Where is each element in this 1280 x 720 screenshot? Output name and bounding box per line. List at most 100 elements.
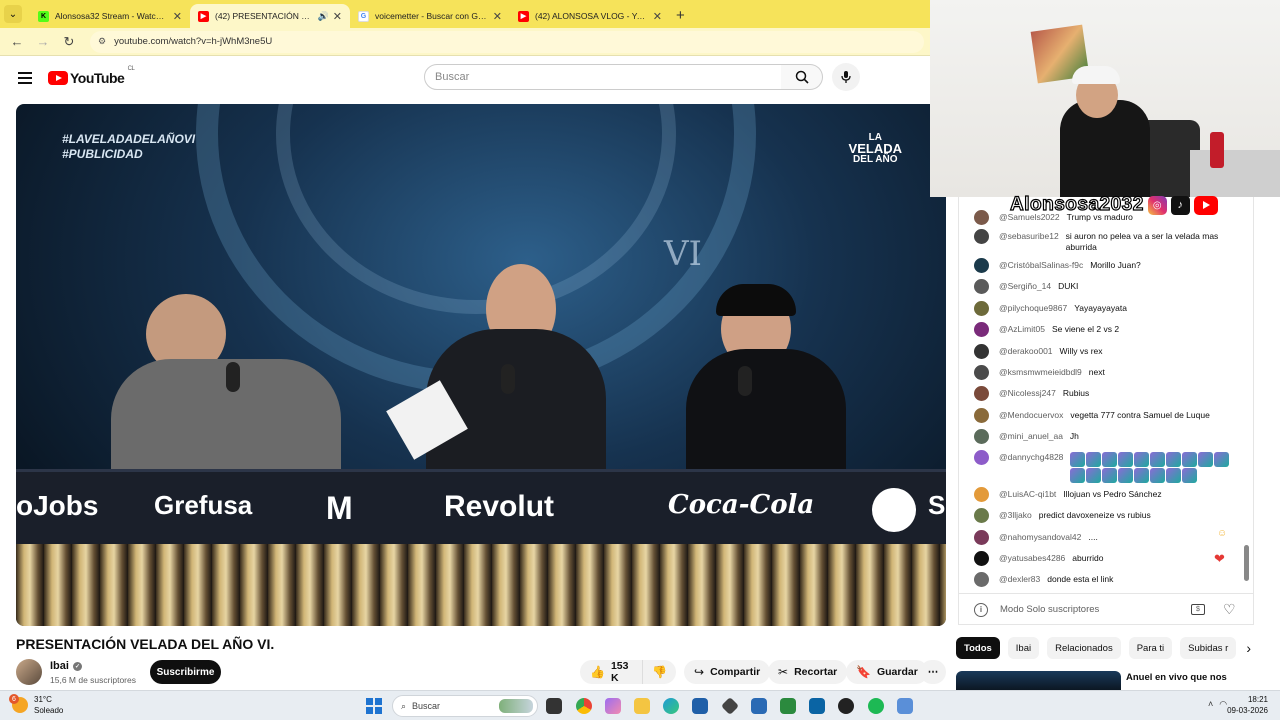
chat-message: @mini_anuel_aa Jh [974, 429, 1232, 444]
reload-button[interactable]: ↻ [58, 34, 80, 50]
channel-name[interactable]: Ibai ✓ [50, 660, 82, 672]
vscode-icon[interactable] [751, 698, 767, 714]
sponsor-logo: M [326, 490, 353, 526]
obs-icon[interactable] [838, 698, 854, 714]
back-button[interactable]: ← [6, 34, 28, 49]
weather-widget[interactable]: 6 31°C Soleado [9, 694, 63, 716]
forward-button[interactable]: → [32, 34, 54, 49]
user-avatar[interactable] [974, 301, 989, 316]
url-field[interactable]: ⚙ youtube.com/watch?v=h-jWhM3ne5U [90, 30, 924, 53]
sponsor-logo: Coca-Cola [668, 490, 815, 520]
chat-message: @nahomysandoval42.... [974, 530, 1232, 545]
copilot-icon[interactable] [605, 698, 621, 714]
bookmark-icon: 🔖 [856, 665, 871, 679]
user-avatar[interactable] [974, 386, 989, 401]
spotify-icon[interactable] [868, 698, 884, 714]
edge-icon[interactable] [663, 698, 679, 714]
user-avatar[interactable] [974, 279, 989, 294]
user-avatar[interactable] [974, 450, 989, 465]
channel-avatar[interactable] [16, 659, 42, 685]
mail-icon[interactable] [809, 698, 825, 714]
user-avatar[interactable] [974, 429, 989, 444]
chrome-icon[interactable] [576, 698, 592, 714]
like-button[interactable]: 👍 153 K [580, 660, 642, 684]
emote-icon [1150, 468, 1166, 483]
info-icon[interactable]: i [974, 602, 988, 617]
user-avatar[interactable] [974, 365, 989, 380]
microphone-icon [841, 71, 851, 83]
store-icon[interactable] [692, 698, 708, 714]
emote-icon [1118, 468, 1134, 483]
emote-row [1070, 452, 1230, 483]
chevron-up-icon[interactable]: ˄ [1208, 699, 1213, 710]
xbox-icon[interactable] [780, 698, 796, 714]
kick-icon: K [38, 10, 49, 22]
user-avatar[interactable] [974, 322, 989, 337]
save-button[interactable]: 🔖 Guardar [846, 660, 928, 684]
user-avatar[interactable] [974, 229, 989, 244]
user-avatar[interactable] [974, 408, 989, 423]
close-icon[interactable]: ✕ [173, 10, 182, 23]
chat-input[interactable]: i Modo Solo suscriptores $ ♡ [959, 593, 1253, 625]
subscribe-button[interactable]: Suscribirme [150, 660, 221, 684]
file-explorer-icon[interactable] [634, 698, 650, 714]
streamer-handle: Alonsosa2032 ◎ ♪ [1009, 190, 1218, 220]
taskbar-search[interactable]: ⌕ Buscar [392, 695, 538, 717]
user-avatar[interactable] [974, 487, 989, 502]
system-tray[interactable]: ˄ ◠ [1208, 699, 1227, 710]
user-avatar[interactable] [974, 210, 989, 225]
app-icon[interactable] [897, 698, 913, 714]
heart-reaction-icon[interactable]: ♡ [1223, 601, 1236, 618]
user-avatar[interactable] [974, 508, 989, 523]
chip-para-ti[interactable]: Para ti [1128, 637, 1173, 659]
youtube-logo[interactable]: YouTube CL [48, 66, 135, 86]
search-button[interactable] [781, 64, 823, 90]
browser-tab-active[interactable]: ▶ (42) PRESENTACIÓN VELADA DEL AÑO VI. 🔊… [190, 4, 350, 28]
dislike-button[interactable]: 👎 [642, 660, 676, 684]
audio-icon[interactable]: 🔊 [318, 11, 329, 22]
close-icon[interactable]: ✕ [493, 10, 502, 23]
close-icon[interactable]: ✕ [333, 10, 342, 23]
share-button[interactable]: ↪ Compartir [684, 660, 771, 684]
chip-todos[interactable]: Todos [956, 637, 1000, 659]
chip-subidas[interactable]: Subidas r [1180, 637, 1237, 659]
instagram-icon: ◎ [1147, 195, 1167, 215]
browser-tab[interactable]: K Alonsosa32 Stream - Watch Live ✕ [30, 4, 190, 28]
user-avatar[interactable] [974, 530, 989, 545]
recommendation-title[interactable]: Anuel en vivo que nos [1126, 672, 1227, 683]
super-chat-icon[interactable]: $ [1191, 604, 1205, 615]
search-input[interactable]: Buscar [424, 64, 782, 90]
voice-search-button[interactable] [832, 63, 860, 91]
chat-messages[interactable]: @Samuels2022 Trump vs maduro @sebasuribe1… [959, 197, 1249, 593]
emote-icon [1150, 452, 1166, 467]
recommendation-thumbnail[interactable] [956, 671, 1121, 691]
new-tab-button[interactable]: + [676, 7, 685, 24]
browser-tab[interactable]: G voicemetter - Buscar con Google ✕ [350, 4, 510, 28]
user-avatar[interactable] [974, 344, 989, 359]
chat-message: @dannychg4828 [974, 450, 1232, 483]
browser-tab[interactable]: ▶ (42) ALONSOSA VLOG - YouTube ✕ [510, 4, 670, 28]
chip-ibai[interactable]: Ibai [1007, 637, 1040, 659]
clip-button[interactable]: ✂ Recortar [768, 660, 848, 684]
chat-message: @Nicolessj247 Rubius [974, 386, 1232, 401]
chat-message: @AzLimit05 Se viene el 2 vs 2 [974, 322, 1232, 337]
chevron-right-icon[interactable]: › [1246, 640, 1251, 656]
site-settings-icon[interactable]: ⚙ [98, 36, 106, 47]
task-view-icon[interactable] [546, 698, 562, 714]
user-avatar[interactable] [974, 572, 989, 587]
more-actions-button[interactable]: ⋯ [920, 660, 946, 684]
user-avatar[interactable] [974, 258, 989, 273]
clock[interactable]: 18:21 09-03-2026 [1227, 694, 1268, 716]
user-avatar[interactable] [974, 551, 989, 566]
chat-scrollbar[interactable] [1244, 545, 1249, 581]
menu-icon[interactable] [18, 69, 32, 87]
tab-search-button[interactable]: ⌄ [4, 5, 22, 23]
start-button[interactable] [366, 698, 382, 714]
close-icon[interactable]: ✕ [653, 10, 662, 23]
video-player[interactable]: #LAVELADADELAÑOVI #PUBLICIDAD LA VELADA … [16, 104, 946, 626]
app-icon[interactable] [720, 696, 740, 716]
wifi-icon[interactable]: ◠ [1219, 699, 1227, 710]
microphone-center [501, 364, 515, 394]
tiktok-icon: ♪ [1170, 195, 1190, 215]
chip-relacionados[interactable]: Relacionados [1047, 637, 1121, 659]
